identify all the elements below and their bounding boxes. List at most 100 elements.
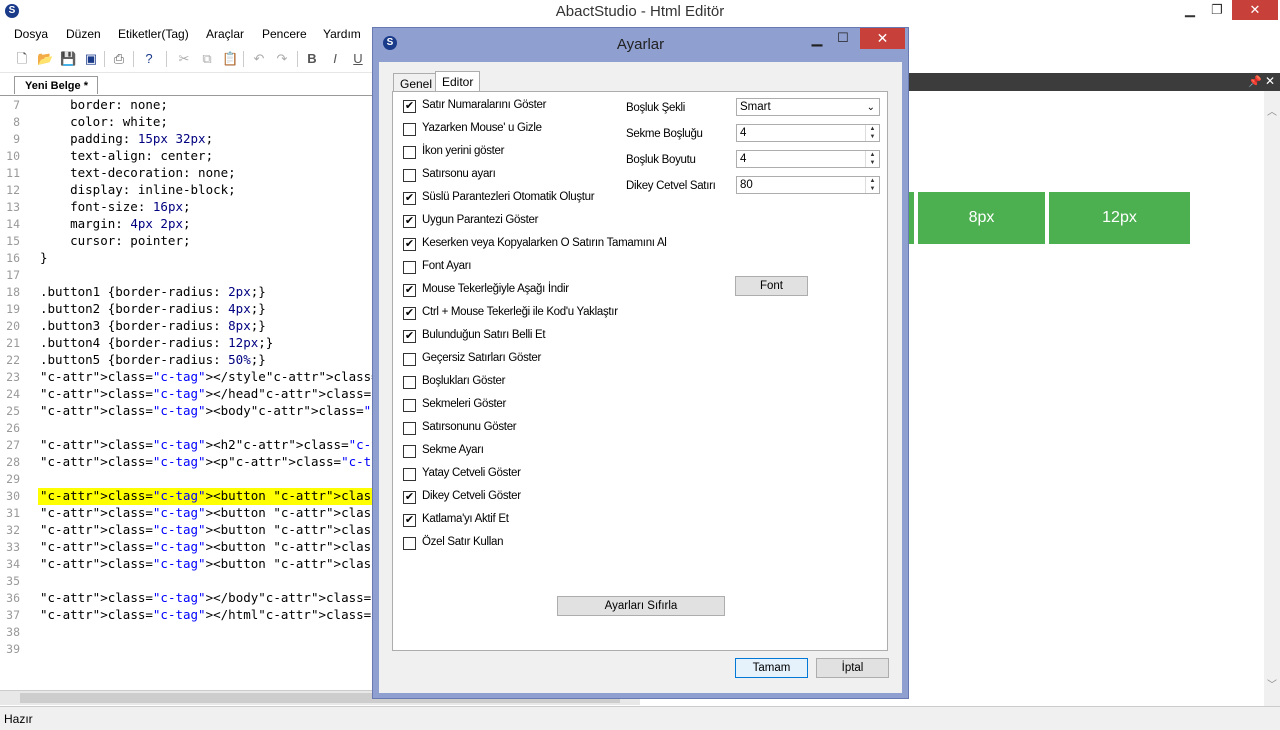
checkbox[interactable] [403, 468, 416, 481]
checkbox[interactable]: ✔ [403, 284, 416, 297]
checkbox[interactable] [403, 353, 416, 366]
checkbox[interactable] [403, 261, 416, 274]
tab-editor[interactable]: Editor [435, 71, 481, 92]
checkbox-label[interactable]: Keserken veya Kopyalarken O Satırın Tama… [422, 237, 667, 249]
code-line[interactable]: display: inline-block; [40, 182, 236, 197]
vertical-scrollbar[interactable]: ︿ ﹀ [1264, 91, 1280, 706]
italic-icon[interactable]: I [327, 51, 343, 67]
checkbox[interactable] [403, 146, 416, 159]
checkbox-label[interactable]: Sekmeleri Göster [422, 398, 506, 410]
redo-icon[interactable]: ↷ [274, 51, 290, 67]
checkbox[interactable]: ✔ [403, 238, 416, 251]
checkbox-label[interactable]: Font Ayarı [422, 260, 472, 272]
checkbox-label[interactable]: Satırsonu ayarı [422, 168, 496, 180]
paste-icon[interactable]: 📋 [222, 51, 238, 67]
font-button[interactable]: Font [735, 276, 808, 296]
spinner-arrows-icon[interactable]: ▲ ▼ [865, 177, 879, 193]
cancel-button[interactable]: İptal [816, 658, 889, 678]
sekme-boslugu-stepper[interactable]: 4 ▲ ▼ [736, 124, 880, 142]
copy-icon[interactable]: ⧉ [199, 51, 215, 67]
dikey-cetvel-stepper[interactable]: 80 ▲ ▼ [736, 176, 880, 194]
undo-icon[interactable]: ↶ [251, 51, 267, 67]
code-line[interactable]: } [40, 250, 48, 265]
tab-yeni-belge[interactable]: Yeni Belge * [14, 76, 98, 94]
preview-button-12px[interactable]: 12px [1049, 192, 1190, 244]
scroll-down-icon[interactable]: ﹀ [1267, 676, 1277, 691]
code-line[interactable]: .button5 {border-radius: 50%;} [40, 352, 266, 367]
dialog-maximize-icon[interactable]: ☐ [831, 30, 855, 48]
checkbox[interactable]: ✔ [403, 192, 416, 205]
code-line[interactable]: .button3 {border-radius: 8px;} [40, 318, 266, 333]
checkbox[interactable]: ✔ [403, 330, 416, 343]
checkbox-label[interactable]: Satırsonunu Göster [422, 421, 517, 433]
print-icon[interactable]: ⎙ [111, 51, 127, 67]
checkbox-label[interactable]: Katlama'yı Aktif Et [422, 513, 509, 525]
checkbox-label[interactable]: Sekme Ayarı [422, 444, 484, 456]
code-line[interactable]: border: none; [40, 97, 168, 112]
code-line[interactable]: cursor: pointer; [40, 233, 190, 248]
bosluk-sekli-select[interactable]: Smart ⌄ [736, 98, 880, 116]
underline-icon[interactable]: U [350, 51, 366, 67]
spinner-arrows-icon[interactable]: ▲ ▼ [865, 151, 879, 167]
checkbox[interactable] [403, 537, 416, 550]
checkbox[interactable]: ✔ [403, 514, 416, 527]
pin-icon[interactable]: 📌 [1248, 75, 1262, 88]
code-line[interactable]: padding: 15px 32px; [40, 131, 213, 146]
ok-button[interactable]: Tamam [735, 658, 808, 678]
menu-araclar[interactable]: Araçlar [206, 27, 244, 41]
reset-settings-button[interactable]: Ayarları Sıfırla [557, 596, 725, 616]
cut-icon[interactable]: ✂ [176, 51, 192, 67]
bold-icon[interactable]: B [304, 51, 320, 67]
new-file-icon[interactable]: 🗋 [14, 51, 30, 67]
dialog-close-icon[interactable]: ✕ [860, 28, 905, 49]
checkbox[interactable] [403, 376, 416, 389]
code-line[interactable]: text-align: center; [40, 148, 213, 163]
bosluk-boyutu-stepper[interactable]: 4 ▲ ▼ [736, 150, 880, 168]
menu-pencere[interactable]: Pencere [262, 27, 307, 41]
open-folder-icon[interactable]: 📂 [37, 51, 53, 67]
checkbox[interactable]: ✔ [403, 215, 416, 228]
checkbox-label[interactable]: Yazarken Mouse' u Gizle [422, 122, 542, 134]
code-line[interactable]: color: white; [40, 114, 168, 129]
checkbox-label[interactable]: Süslü Parantezleri Otomatik Oluştur [422, 191, 595, 203]
checkbox-label[interactable]: Bulunduğun Satırı Belli Et [422, 329, 546, 341]
checkbox-label[interactable]: Özel Satır Kullan [422, 536, 504, 548]
code-line[interactable]: .button4 {border-radius: 12px;} [40, 335, 273, 350]
menu-yardim[interactable]: Yardım [323, 27, 361, 41]
preview-button-8px[interactable]: 8px [918, 192, 1045, 244]
checkbox[interactable] [403, 399, 416, 412]
menu-etiketler[interactable]: Etiketler(Tag) [118, 27, 189, 41]
code-line[interactable]: font-size: 16px; [40, 199, 190, 214]
checkbox-label[interactable]: Boşlukları Göster [422, 375, 505, 387]
checkbox-label[interactable]: Geçersiz Satırları Göster [422, 352, 541, 364]
checkbox[interactable] [403, 123, 416, 136]
spinner-arrows-icon[interactable]: ▲ ▼ [865, 125, 879, 141]
checkbox-label[interactable]: Satır Numaralarını Göster [422, 99, 546, 111]
panel-close-icon[interactable]: ✕ [1265, 74, 1275, 88]
code-line[interactable]: .button2 {border-radius: 4px;} [40, 301, 266, 316]
checkbox[interactable]: ✔ [403, 307, 416, 320]
checkbox-label[interactable]: Dikey Cetveli Göster [422, 490, 521, 502]
restore-icon[interactable]: ❐ [1207, 0, 1227, 20]
code-line[interactable]: margin: 4px 2px; [40, 216, 190, 231]
checkbox-label[interactable]: İkon yerini göster [422, 145, 504, 157]
dialog-minimize-icon[interactable]: ▁ [805, 30, 829, 48]
scroll-up-icon[interactable]: ︿ [1267, 103, 1277, 118]
checkbox[interactable] [403, 445, 416, 458]
code-editor[interactable]: 7 border: none; 8 color: white; 9 padding:… [0, 96, 1131, 690]
checkbox[interactable]: ✔ [403, 100, 416, 113]
minimize-icon[interactable]: ▁ [1180, 0, 1200, 20]
checkbox[interactable] [403, 169, 416, 182]
help-icon[interactable]: ? [141, 51, 157, 67]
checkbox-label[interactable]: Uygun Parantezi Göster [422, 214, 538, 226]
checkbox-label[interactable]: Yatay Cetveli Göster [422, 467, 521, 479]
checkbox[interactable] [403, 422, 416, 435]
menu-duzen[interactable]: Düzen [66, 27, 101, 41]
checkbox-label[interactable]: Ctrl + Mouse Tekerleği ile Kod'u Yaklaşt… [422, 306, 618, 318]
close-icon[interactable]: ✕ [1232, 0, 1278, 20]
code-line[interactable]: .button1 {border-radius: 2px;} [40, 284, 266, 299]
checkbox-label[interactable]: Mouse Tekerleğiyle Aşağı İndir [422, 283, 569, 295]
save-icon[interactable]: 💾 [60, 51, 76, 67]
checkbox[interactable]: ✔ [403, 491, 416, 504]
save-all-icon[interactable]: ▣ [83, 51, 99, 67]
